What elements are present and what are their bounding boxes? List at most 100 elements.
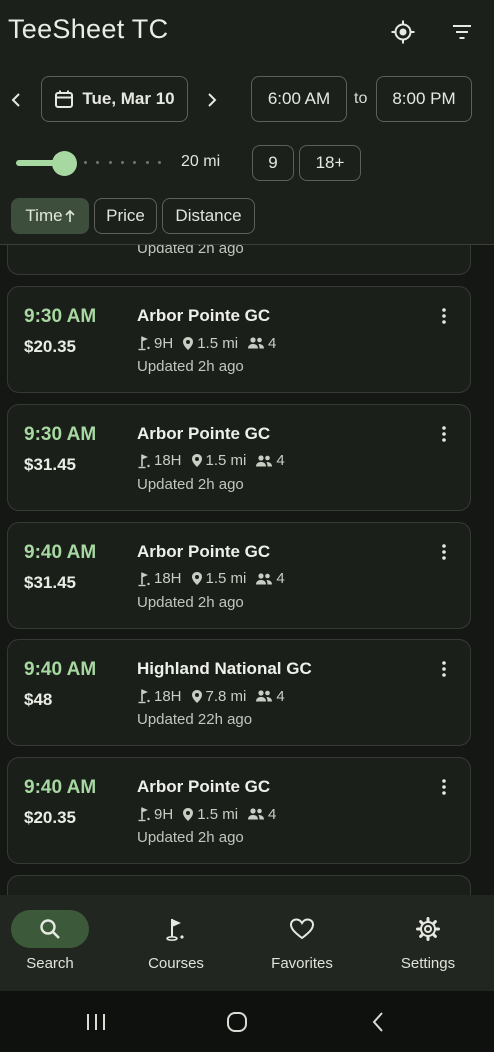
tee-time-time: 9:40 AM <box>24 541 97 563</box>
tee-time-card[interactable]: 9:40 AM $31.45 Arbor Pointe GC 18H 1.5 mi 4 Up… <box>7 521 471 629</box>
tee-time-time: 9:30 AM <box>24 306 97 327</box>
golf-flag-icon <box>137 453 151 469</box>
more-options-icon[interactable] <box>438 658 450 680</box>
date-picker-button[interactable]: Tue, Mar 10 <box>41 76 188 122</box>
more-options-icon[interactable] <box>438 423 450 445</box>
players-icon <box>247 807 265 821</box>
home-icon[interactable] <box>222 1007 252 1037</box>
tee-time-card-partial-bottom[interactable] <box>7 875 471 895</box>
tee-time-course-name: Arbor Pointe GC <box>137 541 271 561</box>
tee-time-players: 4 <box>268 334 277 352</box>
tee-time-meta: 9H 1.5 mi 4 <box>137 333 276 353</box>
distance-slider-tick <box>120 161 124 164</box>
nav-search-label: Search <box>26 955 74 972</box>
tee-time-meta: 9H 1.5 mi 4 <box>137 804 276 824</box>
golf-flag-icon <box>137 806 151 822</box>
next-day-button[interactable] <box>202 88 222 112</box>
tee-time-time: 9:30 AM <box>24 423 97 445</box>
app-bar: TeeSheet TC <box>0 0 494 64</box>
tee-time-holes: 9H <box>154 805 174 823</box>
tee-time-course-name: Arbor Pointe GC <box>137 423 271 443</box>
start-time-button[interactable]: 6:00 AM <box>251 76 347 122</box>
location-pin-icon <box>182 807 194 822</box>
tee-time-card[interactable]: 9:40 AM $48 Highland National GC 18H 7.8 mi 4… <box>7 639 471 747</box>
tee-time-price: $31.45 <box>24 572 76 592</box>
more-options-icon[interactable] <box>438 541 450 563</box>
tee-time-holes: 9H <box>154 334 174 352</box>
players-icon <box>255 689 273 703</box>
nav-courses[interactable]: Courses <box>114 895 238 991</box>
tee-time-updated: Updated 2h ago <box>137 829 244 847</box>
holes-18-button[interactable]: 18+ <box>299 145 361 181</box>
distance-slider-tick <box>108 161 112 164</box>
holes-18-label: 18+ <box>315 153 345 172</box>
distance-slider-tick <box>145 161 149 164</box>
location-pin-icon <box>191 453 203 468</box>
heart-icon <box>263 910 341 948</box>
more-options-icon[interactable] <box>438 776 450 798</box>
tee-time-price: $20.35 <box>24 337 76 356</box>
tee-time-distance: 1.5 mi <box>205 570 247 588</box>
tee-time-price: $48 <box>24 690 53 710</box>
distance-slider-thumb[interactable] <box>52 151 77 176</box>
back-icon[interactable] <box>363 1007 393 1037</box>
holes-9-button[interactable]: 9 <box>252 145 294 181</box>
date-label: Tue, Mar 10 <box>82 89 175 108</box>
golf-flag-icon <box>137 688 151 704</box>
tee-time-card[interactable]: 9:30 AM $31.45 Arbor Pointe GC 18H 1.5 mi 4 Up… <box>7 403 471 511</box>
tee-time-card[interactable]: 9:40 AM $20.35 Arbor Pointe GC 9H 1.5 mi 4 Upd… <box>7 757 471 865</box>
app-title: TeeSheet TC <box>8 14 169 44</box>
distance-slider-tick <box>84 161 87 164</box>
my-location-icon[interactable] <box>389 18 417 46</box>
tee-time-players: 4 <box>276 570 285 588</box>
search-icon <box>11 910 89 948</box>
distance-label: 20 mi <box>181 153 221 170</box>
golf-flag-icon <box>137 910 215 948</box>
sort-chip-distance[interactable]: Distance <box>162 198 255 234</box>
tee-time-players: 4 <box>276 687 285 705</box>
sort-chip-distance-label: Distance <box>175 206 242 225</box>
previous-day-button[interactable] <box>6 88 26 112</box>
calendar-icon <box>54 89 74 109</box>
tee-time-distance: 1.5 mi <box>197 334 239 352</box>
tee-time-course-name: Arbor Pointe GC <box>137 306 271 325</box>
more-options-icon[interactable] <box>438 305 450 327</box>
tee-time-course-name: Arbor Pointe GC <box>137 777 271 797</box>
nav-search[interactable]: Search <box>0 895 112 991</box>
tee-time-card[interactable]: 9:30 AM $20.35 Arbor Pointe GC 9H 1.5 mi 4 Upd… <box>7 286 471 393</box>
tee-time-meta: 18H 1.5 mi 4 <box>137 451 285 471</box>
players-icon <box>247 336 265 350</box>
tee-time-meta: 18H 7.8 mi 4 <box>137 686 285 706</box>
sort-chip-price-label: Price <box>106 206 145 225</box>
nav-settings[interactable]: Settings <box>366 895 490 991</box>
tee-time-distance: 1.5 mi <box>197 805 239 823</box>
tee-time-updated: Updated 2h ago <box>137 358 244 375</box>
end-time-button[interactable]: 8:00 PM <box>376 76 472 122</box>
nav-favorites[interactable]: Favorites <box>240 895 364 991</box>
tee-time-list[interactable]: Updated 2h ago 9:30 AM $20.35 Arbor Pointe… <box>0 245 494 895</box>
nav-settings-label: Settings <box>400 955 456 972</box>
players-icon <box>255 454 273 468</box>
location-pin-icon <box>191 689 203 704</box>
tee-time-players: 4 <box>268 805 277 823</box>
nav-favorites-label: Favorites <box>271 955 333 972</box>
tee-time-updated: Updated 2h ago <box>137 475 244 493</box>
recent-apps-icon[interactable] <box>81 1007 111 1037</box>
distance-slider-tick <box>157 161 161 164</box>
sort-chip-time[interactable]: Time <box>11 198 89 234</box>
location-pin-icon <box>191 571 203 586</box>
players-icon <box>255 572 273 586</box>
filter-icon[interactable] <box>448 18 476 46</box>
tee-time-updated: Updated 2h ago <box>137 245 244 257</box>
arrow-up-icon <box>65 209 75 223</box>
tee-time-distance: 1.5 mi <box>205 452 247 470</box>
tee-time-players: 4 <box>276 452 285 470</box>
tee-time-card-partial[interactable]: Updated 2h ago <box>7 245 471 275</box>
tee-time-updated: Updated 22h ago <box>137 711 253 729</box>
tee-time-distance: 7.8 mi <box>205 687 247 705</box>
bottom-navigation: Search Courses Favorites Settings <box>0 895 494 991</box>
gear-icon <box>389 910 467 948</box>
tee-time-price: $20.35 <box>24 808 76 828</box>
start-time-label: 6:00 AM <box>267 89 331 108</box>
sort-chip-price[interactable]: Price <box>94 198 157 234</box>
